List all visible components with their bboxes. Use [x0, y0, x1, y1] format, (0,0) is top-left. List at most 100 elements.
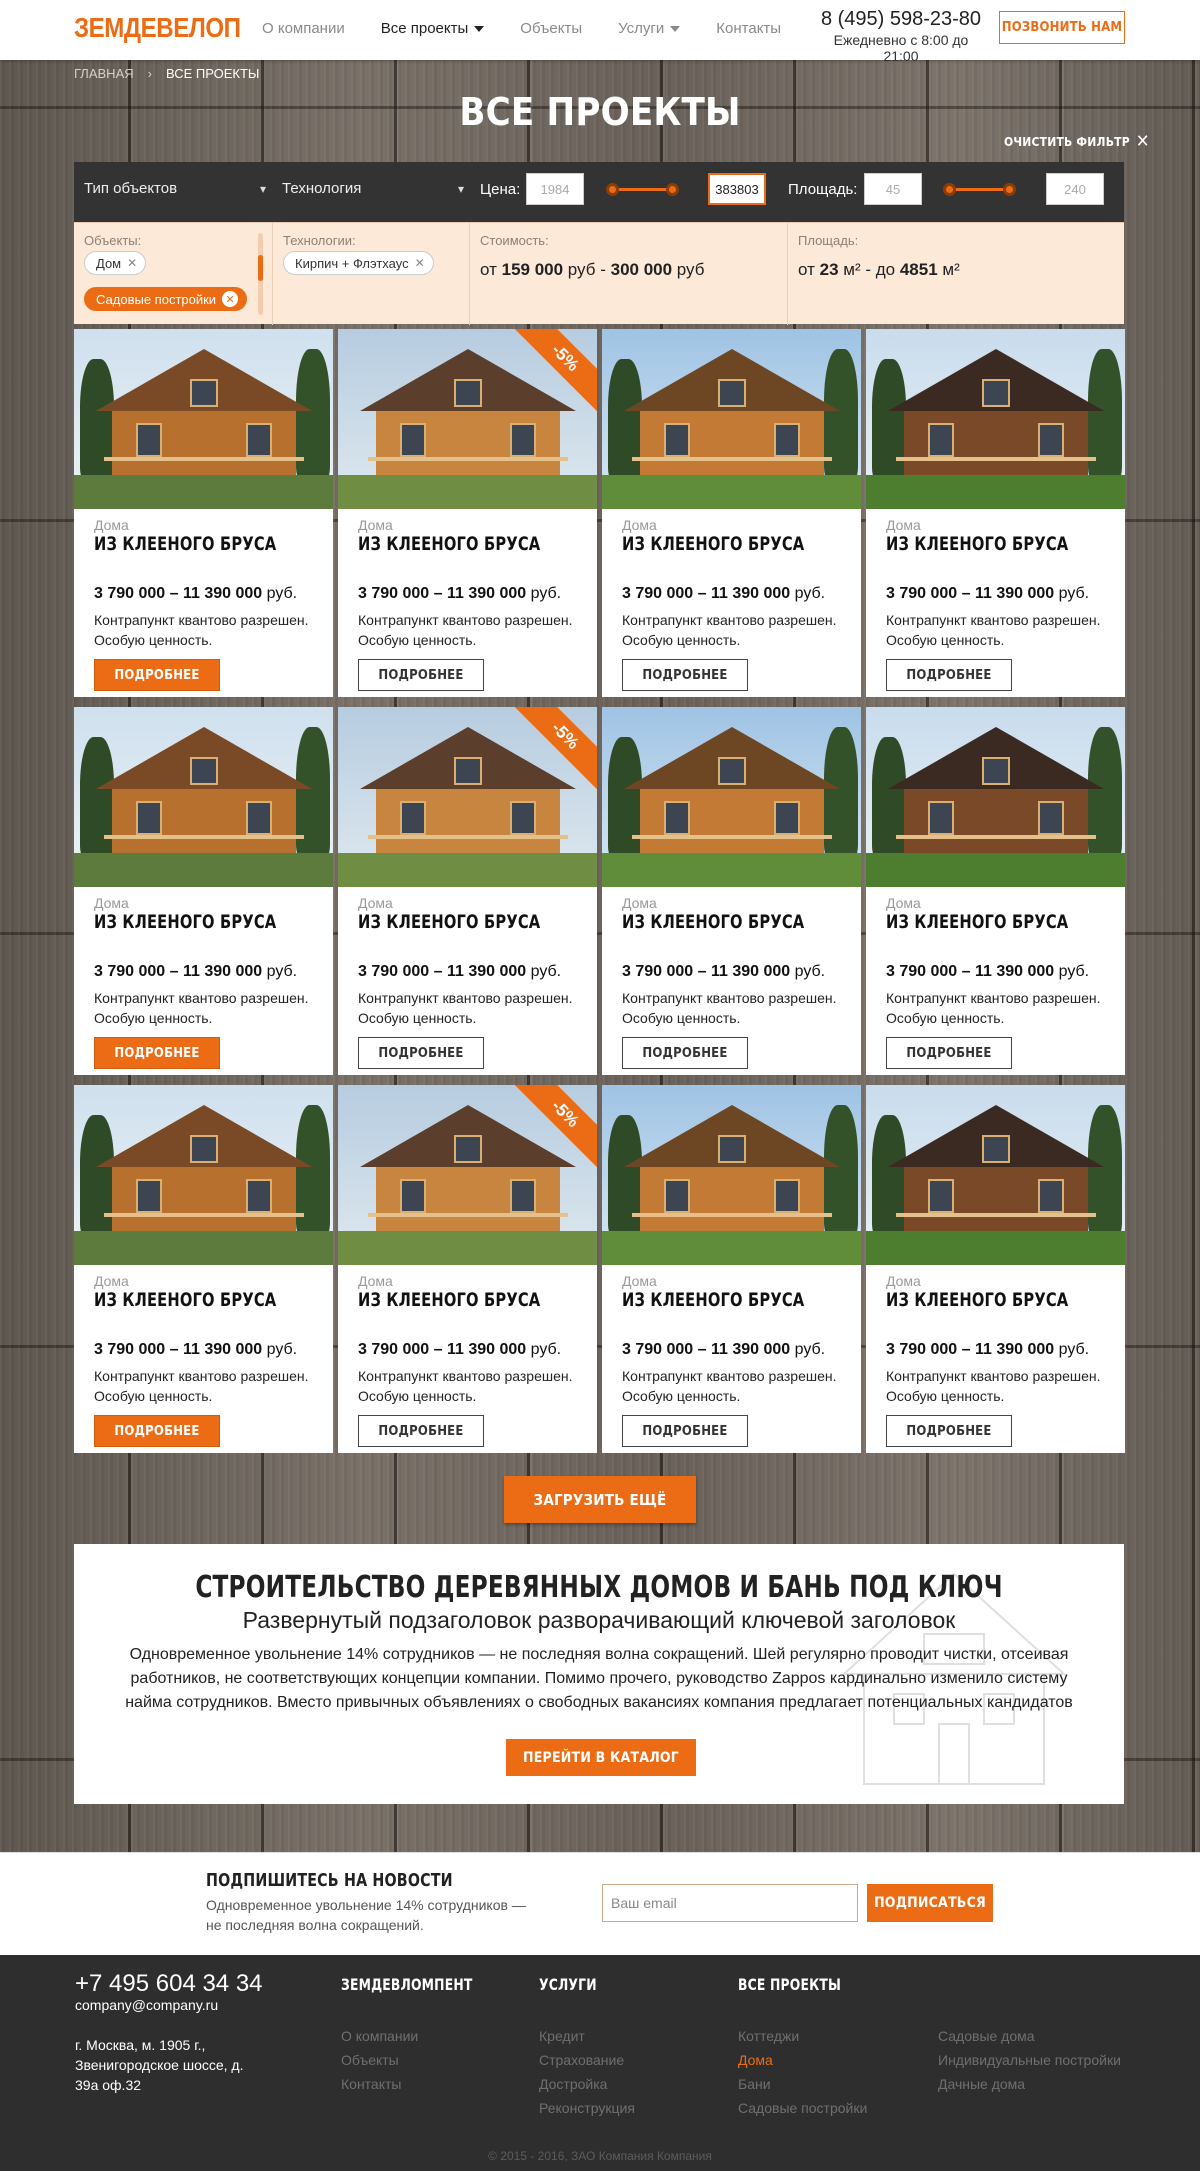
house-photo[interactable]: -5% — [338, 707, 597, 887]
call-us-button[interactable]: ПОЗВОНИТЬ НАМ — [999, 11, 1125, 44]
area-slider-min-handle[interactable] — [943, 183, 956, 196]
nav-services[interactable]: Услуги — [618, 20, 681, 37]
chip-house[interactable]: Дом ✕ — [84, 251, 147, 275]
project-card[interactable]: Дома ИЗ КЛЕЕНОГО БРУСА 3 790 000 – 11 390 … — [866, 707, 1125, 1075]
logo[interactable]: ЗЕМДЕВЕЛОП — [74, 12, 241, 44]
house-photo[interactable] — [602, 329, 861, 509]
house-photo[interactable]: -5% — [338, 1085, 597, 1265]
house-photo[interactable] — [866, 329, 1125, 509]
details-button[interactable]: ПОДРОБНЕЕ — [358, 1415, 484, 1447]
house-photo[interactable] — [866, 707, 1125, 887]
house-photo[interactable] — [74, 329, 333, 509]
details-button[interactable]: ПОДРОБНЕЕ — [622, 659, 748, 691]
footer-link[interactable]: Бани — [738, 2072, 867, 2096]
card-title[interactable]: ИЗ КЛЕЕНОГО БРУСА — [94, 1289, 276, 1311]
card-title[interactable]: ИЗ КЛЕЕНОГО БРУСА — [886, 1289, 1068, 1311]
details-button[interactable]: ПОДРОБНЕЕ — [886, 659, 1012, 691]
project-card[interactable]: Дома ИЗ КЛЕЕНОГО БРУСА 3 790 000 – 11 390 … — [74, 1085, 333, 1453]
footer-link[interactable]: Страхование — [539, 2048, 635, 2072]
details-button[interactable]: ПОДРОБНЕЕ — [622, 1415, 748, 1447]
about-title: СТРОИТЕЛЬСТВО ДЕРЕВЯННЫХ ДОМОВ И БАНЬ ПО… — [195, 1570, 1003, 1605]
details-button[interactable]: ПОДРОБНЕЕ — [886, 1037, 1012, 1069]
price-slider-max-handle[interactable] — [666, 183, 679, 196]
card-title[interactable]: ИЗ КЛЕЕНОГО БРУСА — [886, 911, 1068, 933]
footer-link[interactable]: Дачные дома — [938, 2072, 1121, 2096]
project-card[interactable]: Дома ИЗ КЛЕЕНОГО БРУСА 3 790 000 – 11 390 … — [74, 329, 333, 697]
house-photo[interactable] — [74, 707, 333, 887]
price-slider-min-handle[interactable] — [606, 183, 619, 196]
project-card[interactable]: -5% Дома ИЗ КЛЕЕНОГО БРУСА 3 790 000 – 11 3… — [338, 1085, 597, 1453]
area-max-input[interactable]: 240 — [1046, 173, 1104, 205]
chip-tech[interactable]: Кирпич + Флэтхаус ✕ — [283, 251, 434, 275]
house-photo[interactable] — [602, 707, 861, 887]
footer-link[interactable]: Достройка — [539, 2072, 635, 2096]
price-min-input[interactable]: 1984 — [526, 173, 584, 205]
details-button[interactable]: ПОДРОБНЕЕ — [94, 1415, 220, 1447]
card-title[interactable]: ИЗ КЛЕЕНОГО БРУСА — [622, 911, 804, 933]
clear-filter-button[interactable]: ОЧИСТИТЬ ФИЛЬТР ✕ — [1004, 133, 1150, 151]
footer-link[interactable]: Реконструкция — [539, 2096, 635, 2120]
details-button[interactable]: ПОДРОБНЕЕ — [94, 1037, 220, 1069]
details-button[interactable]: ПОДРОБНЕЕ — [886, 1415, 1012, 1447]
footer-link-active[interactable]: Дома — [738, 2048, 867, 2072]
project-card[interactable]: -5% Дома ИЗ КЛЕЕНОГО БРУСА 3 790 000 – 11 3… — [338, 707, 597, 1075]
card-title[interactable]: ИЗ КЛЕЕНОГО БРУСА — [886, 533, 1068, 555]
house-photo[interactable] — [866, 1085, 1125, 1265]
scrollbar-thumb[interactable] — [258, 255, 263, 281]
objects-scrollbar[interactable] — [258, 233, 263, 315]
breadcrumb-home[interactable]: ГЛАВНАЯ — [74, 66, 134, 81]
footer-email[interactable]: company@company.ru — [75, 1997, 218, 2013]
tech-filter-group: Технологии: Кирпич + Флэтхаус ✕ — [273, 223, 470, 325]
nav-all-projects[interactable]: Все проекты — [381, 20, 485, 37]
card-title[interactable]: ИЗ КЛЕЕНОГО БРУСА — [94, 911, 276, 933]
area-slider-max-handle[interactable] — [1003, 183, 1016, 196]
close-icon[interactable]: ✕ — [127, 256, 137, 270]
details-button[interactable]: ПОДРОБНЕЕ — [358, 1037, 484, 1069]
footer-link[interactable]: Объекты — [341, 2048, 418, 2072]
footer-link[interactable]: Кредит — [539, 2024, 635, 2048]
card-title[interactable]: ИЗ КЛЕЕНОГО БРУСА — [358, 533, 540, 555]
load-more-button[interactable]: ЗАГРУЗИТЬ ЕЩЁ — [504, 1476, 696, 1523]
house-balcony — [632, 835, 832, 839]
go-to-catalog-button[interactable]: ПЕРЕЙТИ В КАТАЛОГ — [506, 1739, 696, 1776]
project-card[interactable]: Дома ИЗ КЛЕЕНОГО БРУСА 3 790 000 – 11 390 … — [602, 1085, 861, 1453]
footer-link[interactable]: Индивидуальные постройки — [938, 2048, 1121, 2072]
card-title[interactable]: ИЗ КЛЕЕНОГО БРУСА — [358, 911, 540, 933]
area-min-input[interactable]: 45 — [864, 173, 922, 205]
card-title[interactable]: ИЗ КЛЕЕНОГО БРУСА — [622, 533, 804, 555]
details-button[interactable]: ПОДРОБНЕЕ — [94, 659, 220, 691]
technology-select[interactable]: Технология ▾ — [282, 180, 464, 197]
house-balcony — [104, 1213, 304, 1217]
footer-link[interactable]: Контакты — [341, 2072, 418, 2096]
close-icon[interactable]: ✕ — [415, 256, 425, 270]
details-button[interactable]: ПОДРОБНЕЕ — [622, 1037, 748, 1069]
project-card[interactable]: Дома ИЗ КЛЕЕНОГО БРУСА 3 790 000 – 11 390 … — [602, 329, 861, 697]
card-title[interactable]: ИЗ КЛЕЕНОГО БРУСА — [622, 1289, 804, 1311]
project-card[interactable]: Дома ИЗ КЛЕЕНОГО БРУСА 3 790 000 – 11 390 … — [74, 707, 333, 1075]
house-photo[interactable] — [602, 1085, 861, 1265]
card-title[interactable]: ИЗ КЛЕЕНОГО БРУСА — [94, 533, 276, 555]
nav-about[interactable]: О компании — [262, 20, 345, 37]
footer-link[interactable]: О компании — [341, 2024, 418, 2048]
close-icon[interactable]: ✕ — [222, 291, 239, 307]
house-photo[interactable]: -5% — [338, 329, 597, 509]
nav-contacts[interactable]: Контакты — [716, 20, 781, 37]
details-button[interactable]: ПОДРОБНЕЕ — [358, 659, 484, 691]
email-input[interactable]: Ваш email — [602, 1884, 858, 1922]
project-card[interactable]: Дома ИЗ КЛЕЕНОГО БРУСА 3 790 000 – 11 390 … — [866, 1085, 1125, 1453]
project-card[interactable]: -5% Дома ИЗ КЛЕЕНОГО БРУСА 3 790 000 – 11 3… — [338, 329, 597, 697]
footer-link[interactable]: Коттеджи — [738, 2024, 867, 2048]
footer-link[interactable]: Садовые постройки — [738, 2096, 867, 2120]
price-max-input[interactable]: 383803 — [708, 173, 766, 205]
house-photo[interactable] — [74, 1085, 333, 1265]
chip-garden[interactable]: Садовые постройки ✕ — [84, 287, 248, 311]
project-card[interactable]: Дома ИЗ КЛЕЕНОГО БРУСА 3 790 000 – 11 390 … — [602, 707, 861, 1075]
nav-objects[interactable]: Объекты — [520, 20, 582, 37]
footer-phone[interactable]: +7 495 604 34 34 — [75, 1970, 263, 1998]
project-card[interactable]: Дома ИЗ КЛЕЕНОГО БРУСА 3 790 000 – 11 390 … — [866, 329, 1125, 697]
header-phone[interactable]: 8 (495) 598-23-80 — [820, 8, 982, 31]
card-title[interactable]: ИЗ КЛЕЕНОГО БРУСА — [358, 1289, 540, 1311]
subscribe-button[interactable]: ПОДПИСАТЬСЯ — [867, 1884, 993, 1922]
object-type-select[interactable]: Тип объектов ▾ — [84, 180, 266, 197]
footer-link[interactable]: Садовые дома — [938, 2024, 1121, 2048]
